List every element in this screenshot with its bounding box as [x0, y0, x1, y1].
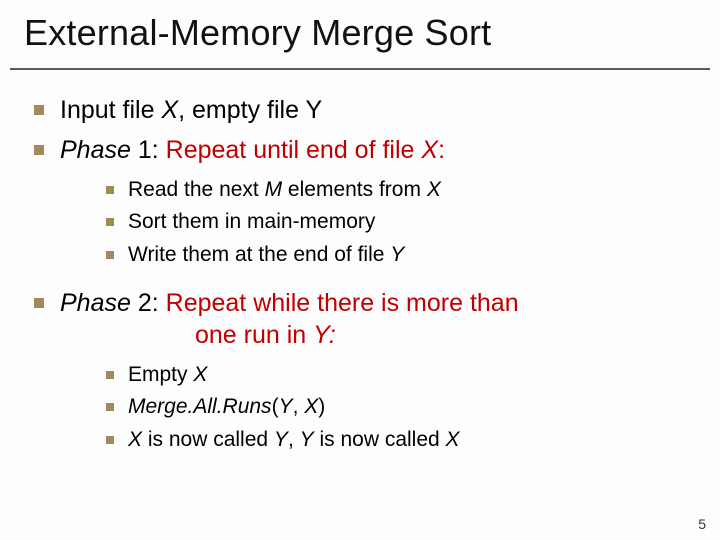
- bullet-list-level1: Input file X, empty file Y Phase 1: Repe…: [26, 94, 694, 454]
- bullet-list-level2-a: Read the next M elements from X Sort the…: [60, 176, 694, 269]
- text: ): [318, 395, 325, 418]
- slide-title: External-Memory Merge Sort: [0, 0, 720, 60]
- phase2-line2-indent: one run in Y:: [60, 321, 336, 349]
- bullet-input-file: Input file X, empty file Y: [26, 94, 694, 126]
- page-number: 5: [698, 516, 706, 532]
- title-underline: [10, 68, 710, 70]
- italic-phase: Phase: [60, 289, 131, 317]
- text: Sort them in main-memory: [128, 210, 375, 233]
- red-text: Repeat until end of file: [166, 136, 422, 164]
- text: 1:: [131, 136, 166, 164]
- red-italic-x: X: [421, 136, 438, 164]
- sub-bullet-read: Read the next M elements from X: [100, 176, 694, 204]
- italic-merge: Merge.All.Runs: [128, 395, 272, 418]
- text: Write them at the end of file: [128, 243, 390, 266]
- bullet-list-level2-b: Empty X Merge.All.Runs(Y, X) X is now ca…: [60, 361, 694, 454]
- italic-y: Y: [274, 428, 288, 451]
- sub-bullet-rename: X is now called Y, Y is now called X: [100, 426, 694, 454]
- text: Read the next: [128, 178, 265, 201]
- italic-x: X: [193, 363, 207, 386]
- bullet-phase-2: Phase 2: Repeat while there is more than…: [26, 287, 694, 454]
- italic-y: Y: [279, 395, 293, 418]
- text: ,: [288, 428, 300, 451]
- sub-bullet-merge: Merge.All.Runs(Y, X): [100, 393, 694, 421]
- italic-x: X: [304, 395, 318, 418]
- text: 2:: [131, 289, 166, 317]
- italic-x: X: [128, 428, 142, 451]
- text: ,: [293, 395, 305, 418]
- italic-phase: Phase: [60, 136, 131, 164]
- slide-body: Input file X, empty file Y Phase 1: Repe…: [0, 78, 720, 454]
- text: (: [272, 395, 279, 418]
- red-italic-y: Y: [313, 321, 329, 349]
- red-colon: :: [329, 321, 336, 349]
- red-colon: :: [438, 136, 445, 164]
- italic-x: X: [427, 178, 441, 201]
- red-text-line2: one run in: [195, 321, 313, 349]
- text: Input file: [60, 96, 161, 124]
- red-text-line1: Repeat while there is more than: [166, 289, 519, 317]
- sub-bullet-empty: Empty X: [100, 361, 694, 389]
- italic-x: X: [446, 428, 460, 451]
- text: is now called: [314, 428, 446, 451]
- bullet-phase-1: Phase 1: Repeat until end of file X: Rea…: [26, 134, 694, 269]
- text: elements from: [282, 178, 427, 201]
- sub-bullet-sort: Sort them in main-memory: [100, 208, 694, 236]
- slide: External-Memory Merge Sort Input file X,…: [0, 0, 720, 540]
- italic-y: Y: [390, 243, 404, 266]
- text: Empty: [128, 363, 193, 386]
- sub-bullet-write: Write them at the end of file Y: [100, 241, 694, 269]
- italic-m: M: [265, 178, 283, 201]
- italic-y: Y: [300, 428, 314, 451]
- text: , empty file Y: [178, 96, 322, 124]
- text: is now called: [142, 428, 274, 451]
- italic-x: X: [161, 96, 178, 124]
